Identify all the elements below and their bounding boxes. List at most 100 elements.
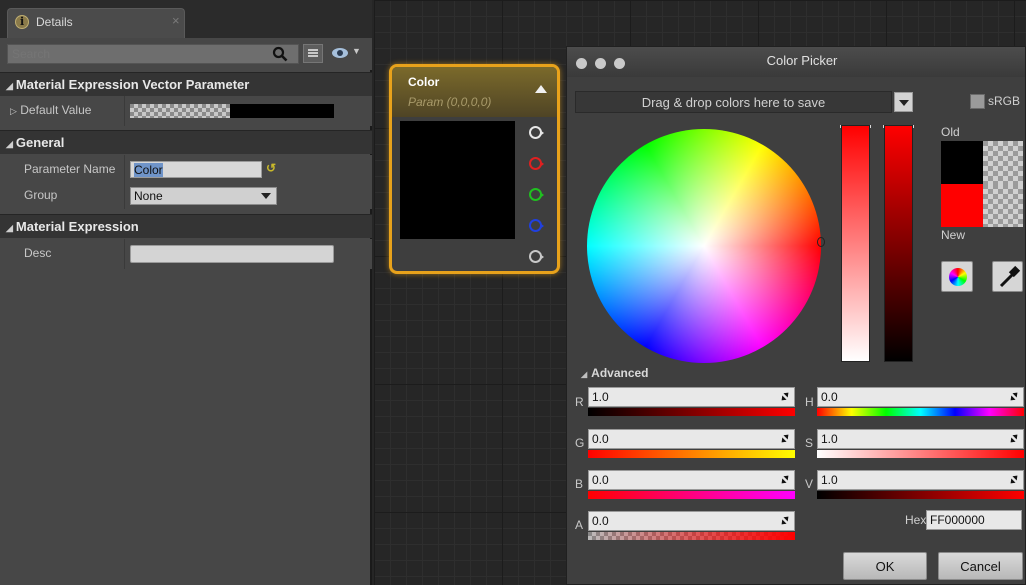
color-wheel-selector[interactable] [817,237,825,247]
color-picker-window: Color Picker Drag & drop colors here to … [566,46,1026,585]
hex-input[interactable]: FF000000 [926,510,1022,530]
title-bar[interactable]: Color Picker [567,47,1025,77]
output-pin-r[interactable] [529,157,544,170]
chevron-down-icon [261,193,271,199]
new-alpha-swatch [983,184,1023,227]
srgb-label: sRGB [988,94,1021,108]
section-title: Material Expression Vector Parameter [15,77,250,92]
reset-to-default-icon[interactable]: ↺ [266,161,276,175]
value-slider[interactable] [884,125,913,362]
color-wheel[interactable] [587,129,821,363]
view-options-eye-icon[interactable] [332,48,348,58]
group-label: Group [24,188,58,202]
a-input[interactable]: 0.0 [588,511,795,531]
v-gradient-bar[interactable] [817,491,1024,499]
s-input[interactable]: 1.0 [817,429,1024,449]
tab-bar: Details × [0,0,372,38]
old-alpha-swatch [983,141,1023,184]
group-dropdown[interactable]: None [130,187,277,205]
v-input[interactable]: 1.0 [817,470,1024,490]
hex-label: Hex [905,513,927,527]
g-label: G [575,436,585,450]
a-gradient-bar[interactable] [588,532,795,540]
column-divider [124,96,125,126]
b-value: 0.0 [592,473,609,487]
v-value: 1.0 [821,473,838,487]
spin-arrows-icon[interactable] [1009,392,1019,402]
expanded-triangle-icon: ◢ [6,81,13,91]
spin-arrows-icon[interactable] [780,475,790,485]
b-label: B [575,477,584,491]
color-theme-drop-bar[interactable]: Drag & drop colors here to save [575,91,892,113]
info-icon [15,15,29,29]
r-input[interactable]: 1.0 [588,387,795,407]
output-pin-b[interactable] [529,219,544,232]
tab-details[interactable]: Details × [7,8,185,38]
search-icon[interactable] [272,46,288,62]
details-panel: Details × ▼ ◢Material Expression Vector … [0,0,372,585]
r-gradient-bar[interactable] [588,408,795,416]
desc-input[interactable] [130,245,334,263]
old-color-swatch [941,141,983,184]
section-title: General [15,135,65,150]
default-value-color-swatch[interactable] [130,104,334,118]
node-title: Color [408,75,440,89]
eyedropper-button[interactable] [992,261,1023,292]
cancel-button[interactable]: Cancel [938,552,1023,580]
tab-details-label: Details [36,15,73,29]
desc-label: Desc [24,246,52,260]
eyedropper-icon [999,265,1021,288]
spin-arrows-icon[interactable] [1009,434,1019,444]
s-value: 1.0 [821,432,838,446]
alpha-checker-pattern [130,104,230,118]
column-divider [124,155,125,209]
spin-arrows-icon[interactable] [780,516,790,526]
ok-button[interactable]: OK [843,552,927,580]
collapsed-triangle-icon[interactable]: ▷ [10,106,17,116]
srgb-checkbox[interactable] [970,94,985,109]
spin-arrows-icon[interactable] [780,392,790,402]
advanced-section-header[interactable]: ◢ Advanced [581,366,649,380]
r-label: R [575,395,584,409]
parameter-name-value: Color [134,163,163,177]
output-pin-a[interactable] [529,250,544,263]
new-color-swatch [941,184,983,227]
spin-arrows-icon[interactable] [780,434,790,444]
color-wheel-mode-button[interactable] [941,261,973,292]
section-header-general[interactable]: ◢ General [0,130,372,154]
v-label: V [805,477,814,491]
tab-close-button[interactable]: × [172,13,180,28]
section-header-vector-parameter[interactable]: ◢ Material Expression Vector Parameter [0,72,372,96]
section-header-material-expression[interactable]: ◢ Material Expression [0,214,372,238]
s-gradient-bar[interactable] [817,450,1024,458]
output-pin-rgb[interactable] [529,126,544,139]
saturation-slider[interactable] [841,125,870,362]
collapse-triangle-icon[interactable] [535,85,547,93]
node-header[interactable]: Color Param (0,0,0,0) [392,67,557,117]
h-input[interactable]: 0.0 [817,387,1024,407]
expanded-triangle-icon: ◢ [6,139,13,149]
default-value-label: ▷ Default Value [10,103,91,117]
g-input[interactable]: 0.0 [588,429,795,449]
node-color-preview [400,121,515,239]
h-value: 0.0 [821,390,838,404]
a-value: 0.0 [592,514,609,528]
parameter-name-input[interactable]: Color [130,161,262,178]
theme-dropdown-button[interactable] [894,92,913,112]
default-value-label-text: Default Value [20,103,92,117]
color-parameter-node[interactable]: Color Param (0,0,0,0) [389,64,560,274]
output-pin-g[interactable] [529,188,544,201]
node-subtitle: Param (0,0,0,0) [408,95,492,109]
group-dropdown-value: None [134,189,163,203]
spin-arrows-icon[interactable] [1009,475,1019,485]
h-gradient-bar[interactable] [817,408,1024,416]
chevron-down-icon[interactable]: ▼ [352,46,361,56]
h-label: H [805,395,814,409]
b-gradient-bar[interactable] [588,491,795,499]
g-gradient-bar[interactable] [588,450,795,458]
search-input[interactable] [7,44,299,64]
column-divider [124,239,125,269]
b-input[interactable]: 0.0 [588,470,795,490]
property-matrix-icon[interactable] [303,44,323,63]
section-title: Material Expression [15,219,139,234]
